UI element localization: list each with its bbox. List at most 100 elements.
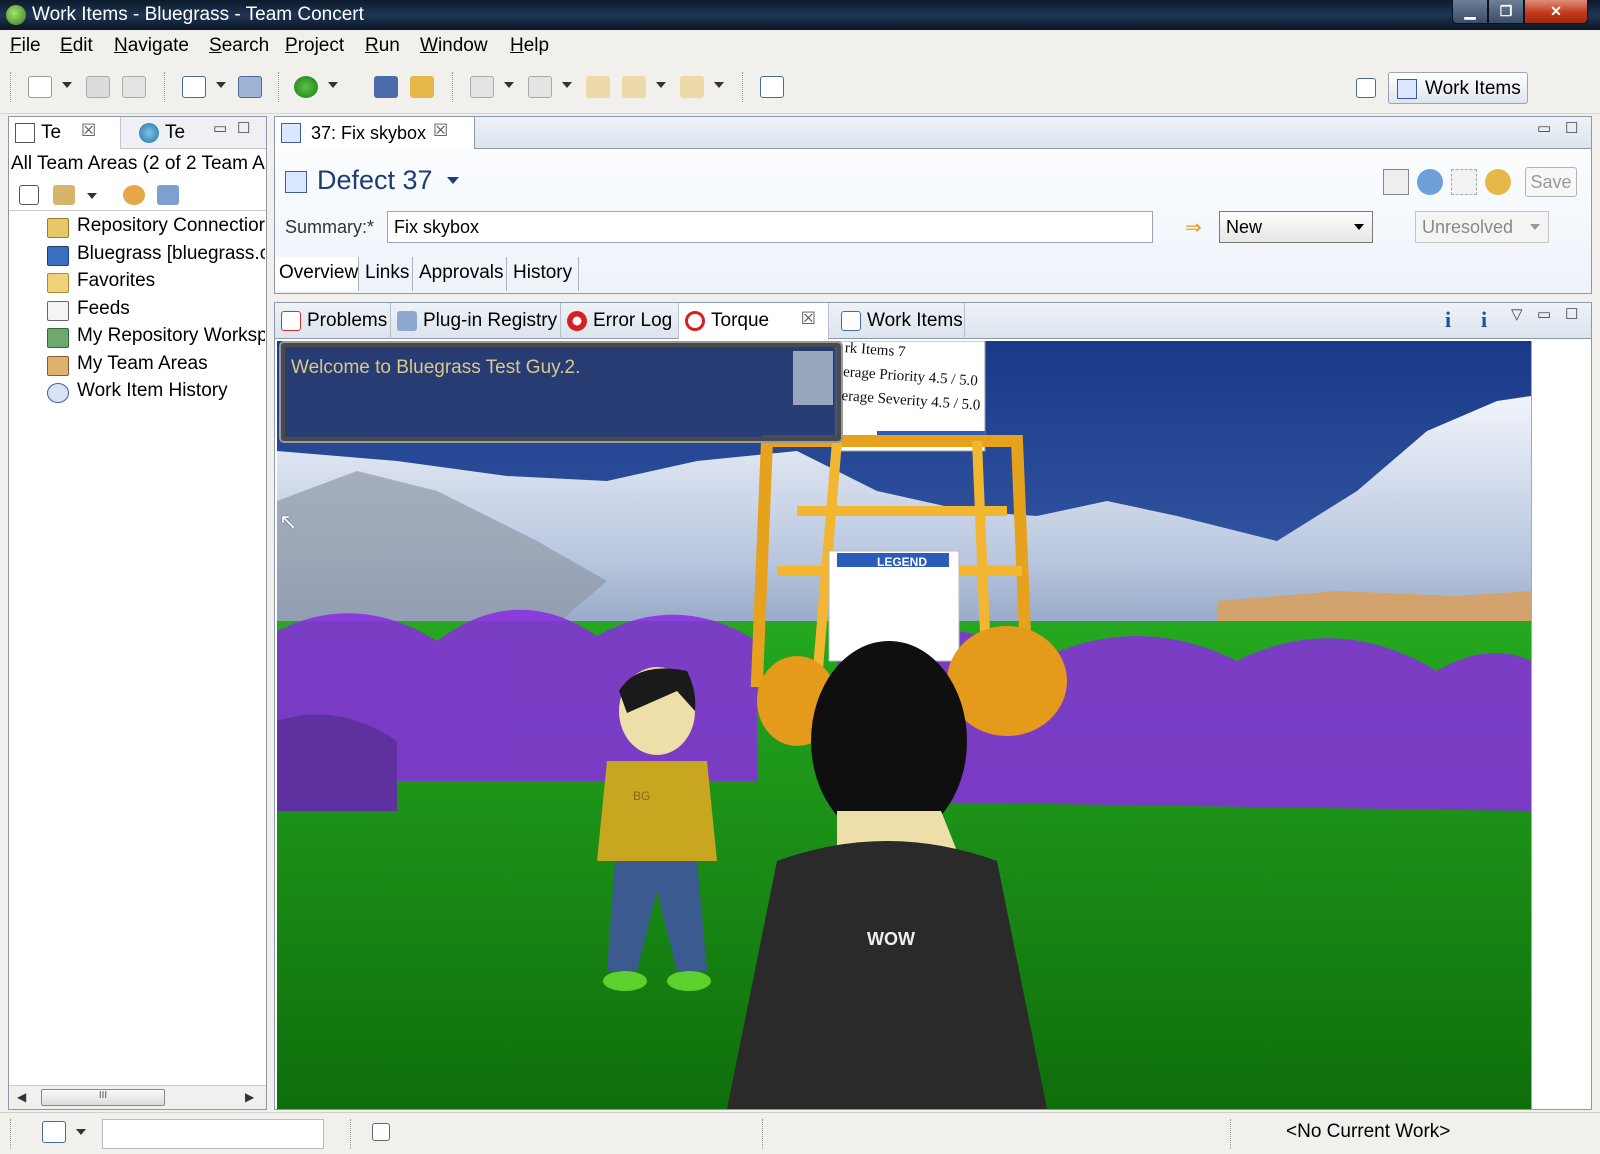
run-icon[interactable] bbox=[294, 76, 318, 98]
tree-item-favorites[interactable]: Favorites bbox=[47, 270, 265, 296]
scroll-left-icon[interactable]: ◀ bbox=[17, 1090, 26, 1104]
quick-search-input[interactable] bbox=[102, 1119, 324, 1149]
new-work-item-dropdown-icon[interactable] bbox=[216, 82, 226, 88]
new-icon[interactable] bbox=[28, 76, 52, 98]
back-dropdown-icon[interactable] bbox=[656, 82, 666, 88]
summary-label: Summary:* bbox=[285, 217, 375, 237]
maximize-view-icon[interactable]: ☐ bbox=[1565, 305, 1578, 323]
menu-edit[interactable]: Edit bbox=[60, 35, 93, 57]
run-dropdown-icon[interactable] bbox=[328, 82, 338, 88]
resolution-value: Unresolved bbox=[1422, 217, 1514, 237]
next-annotation-icon[interactable] bbox=[470, 76, 494, 98]
scene-render bbox=[277, 341, 1531, 1109]
last-edit-location-icon[interactable] bbox=[586, 76, 610, 98]
link-with-editor-icon[interactable] bbox=[53, 185, 75, 205]
view-menu-chevron-down-icon[interactable]: ▽ bbox=[1511, 305, 1523, 323]
tab-team-organization[interactable]: Te bbox=[133, 117, 213, 149]
maximize-editor-icon[interactable]: ☐ bbox=[1565, 119, 1578, 137]
tab-work-items[interactable]: Work Items bbox=[835, 303, 965, 339]
minimize-view-icon[interactable]: ▭ bbox=[1537, 305, 1551, 323]
refresh-icon[interactable] bbox=[1485, 169, 1511, 195]
torque-3d-scene[interactable]: Welcome to Bluegrass Test Guy.2. rk Item… bbox=[277, 341, 1531, 1109]
search-work-items-icon[interactable] bbox=[238, 76, 262, 98]
bottom-panel: Problems Plug-in Registry Error Log Torq… bbox=[274, 302, 1592, 1110]
previous-annotation-dropdown-icon[interactable] bbox=[562, 82, 572, 88]
tree-item-bluegrass[interactable]: Bluegrass [bluegrass.ca bbox=[47, 243, 265, 269]
quick-search-dropdown-icon[interactable] bbox=[76, 1129, 86, 1135]
toolbar-separator bbox=[452, 72, 454, 102]
task-list-icon[interactable] bbox=[760, 76, 784, 98]
back-icon[interactable] bbox=[622, 76, 646, 98]
tab-links[interactable]: Links bbox=[361, 257, 413, 291]
team-icon[interactable] bbox=[374, 76, 398, 98]
tree-item-my-team-areas[interactable]: My Team Areas bbox=[47, 353, 265, 379]
save-button[interactable]: Save bbox=[1525, 167, 1577, 197]
menu-window[interactable]: Window bbox=[420, 35, 488, 57]
team-concert-app-icon bbox=[6, 5, 26, 25]
close-tab-icon[interactable]: ☒ bbox=[433, 121, 448, 141]
info-icon[interactable]: i bbox=[1445, 307, 1451, 333]
current-work-status[interactable]: <No Current Work> bbox=[1286, 1121, 1450, 1143]
scrollbar-thumb[interactable]: III bbox=[41, 1089, 165, 1106]
open-perspective-icon[interactable] bbox=[1356, 78, 1376, 98]
next-annotation-dropdown-icon[interactable] bbox=[504, 82, 514, 88]
info-icon[interactable]: i bbox=[1481, 307, 1487, 333]
copy-link-icon[interactable] bbox=[1451, 169, 1477, 195]
quick-search-icon[interactable] bbox=[42, 1121, 66, 1143]
resolution-dropdown[interactable]: Unresolved bbox=[1415, 211, 1549, 243]
settings-icon[interactable] bbox=[123, 185, 145, 205]
previous-annotation-icon[interactable] bbox=[528, 76, 552, 98]
chat-scroll-handle[interactable] bbox=[793, 351, 833, 405]
summary-input[interactable] bbox=[387, 211, 1153, 243]
close-tab-icon[interactable]: ☒ bbox=[801, 309, 816, 329]
subscribe-icon[interactable] bbox=[1417, 169, 1443, 195]
work-items-perspective-button[interactable]: Work Items bbox=[1388, 72, 1528, 104]
new-work-item-icon[interactable] bbox=[182, 76, 206, 98]
collapse-all-icon[interactable] bbox=[19, 185, 39, 205]
maximize-view-icon[interactable]: ☐ bbox=[237, 119, 250, 137]
tab-approvals[interactable]: Approvals bbox=[415, 257, 507, 291]
menu-project[interactable]: Project bbox=[285, 35, 344, 57]
view-menu-arrow-icon[interactable] bbox=[87, 193, 97, 199]
tab-problems[interactable]: Problems bbox=[275, 303, 391, 339]
tree-item-my-repository-workspaces[interactable]: My Repository Worksp bbox=[47, 325, 265, 351]
state-transition-arrow-icon: ⇒ bbox=[1185, 217, 1202, 239]
work-item-stats-sign: rk Items 7 erage Priority 4.5 / 5.0 erag… bbox=[841, 341, 986, 418]
tab-plug-in-registry[interactable]: Plug-in Registry bbox=[391, 303, 561, 339]
minimize-editor-icon[interactable]: ▭ bbox=[1537, 119, 1551, 137]
new-dropdown-arrow-icon[interactable] bbox=[62, 82, 72, 88]
tab-history[interactable]: History bbox=[509, 257, 579, 291]
tree-item-work-item-history[interactable]: Work Item History bbox=[47, 380, 265, 406]
title-menu-chevron-down-icon[interactable] bbox=[447, 177, 459, 184]
fast-view-icon[interactable] bbox=[372, 1123, 390, 1141]
tree-item-repository-connections[interactable]: Repository Connectior bbox=[47, 215, 265, 241]
menu-search[interactable]: Search bbox=[209, 35, 269, 57]
tree-item-feeds[interactable]: Feeds bbox=[47, 298, 265, 324]
forward-icon[interactable] bbox=[680, 76, 704, 98]
menu-navigate[interactable]: Navigate bbox=[114, 35, 189, 57]
minimize-view-icon[interactable]: ▭ bbox=[213, 119, 227, 137]
chevron-down-icon bbox=[1530, 224, 1540, 230]
tab-torque[interactable]: Torque ☒ bbox=[679, 303, 829, 340]
minimize-button[interactable]: ▁ bbox=[1452, 0, 1488, 24]
build-icon[interactable] bbox=[410, 76, 434, 98]
close-tab-icon[interactable]: ☒ bbox=[81, 121, 96, 141]
tab-fix-skybox[interactable]: 37: Fix skybox ☒ bbox=[275, 117, 475, 150]
forward-dropdown-icon[interactable] bbox=[714, 82, 724, 88]
scroll-right-icon[interactable]: ▶ bbox=[245, 1090, 254, 1104]
state-dropdown[interactable]: New bbox=[1219, 211, 1373, 243]
menu-help[interactable]: Help bbox=[510, 35, 549, 57]
tab-error-log[interactable]: Error Log bbox=[561, 303, 679, 339]
tab-team-artifacts[interactable]: Te ☒ bbox=[9, 117, 121, 149]
menu-file[interactable]: File bbox=[10, 35, 41, 57]
menu-run[interactable]: Run bbox=[365, 35, 400, 57]
title-bar: Work Items - Bluegrass - Team Concert ▁ … bbox=[0, 0, 1600, 30]
print-icon[interactable] bbox=[122, 76, 146, 98]
find-related-icon[interactable] bbox=[1383, 169, 1409, 195]
maximize-button[interactable]: ❐ bbox=[1488, 0, 1524, 24]
save-icon[interactable] bbox=[86, 76, 110, 98]
tab-overview[interactable]: Overview bbox=[275, 257, 359, 291]
close-button[interactable]: ✕ bbox=[1524, 0, 1588, 24]
horizontal-scrollbar[interactable]: ◀ III ▶ bbox=[9, 1085, 266, 1109]
manage-connections-icon[interactable] bbox=[157, 185, 179, 205]
